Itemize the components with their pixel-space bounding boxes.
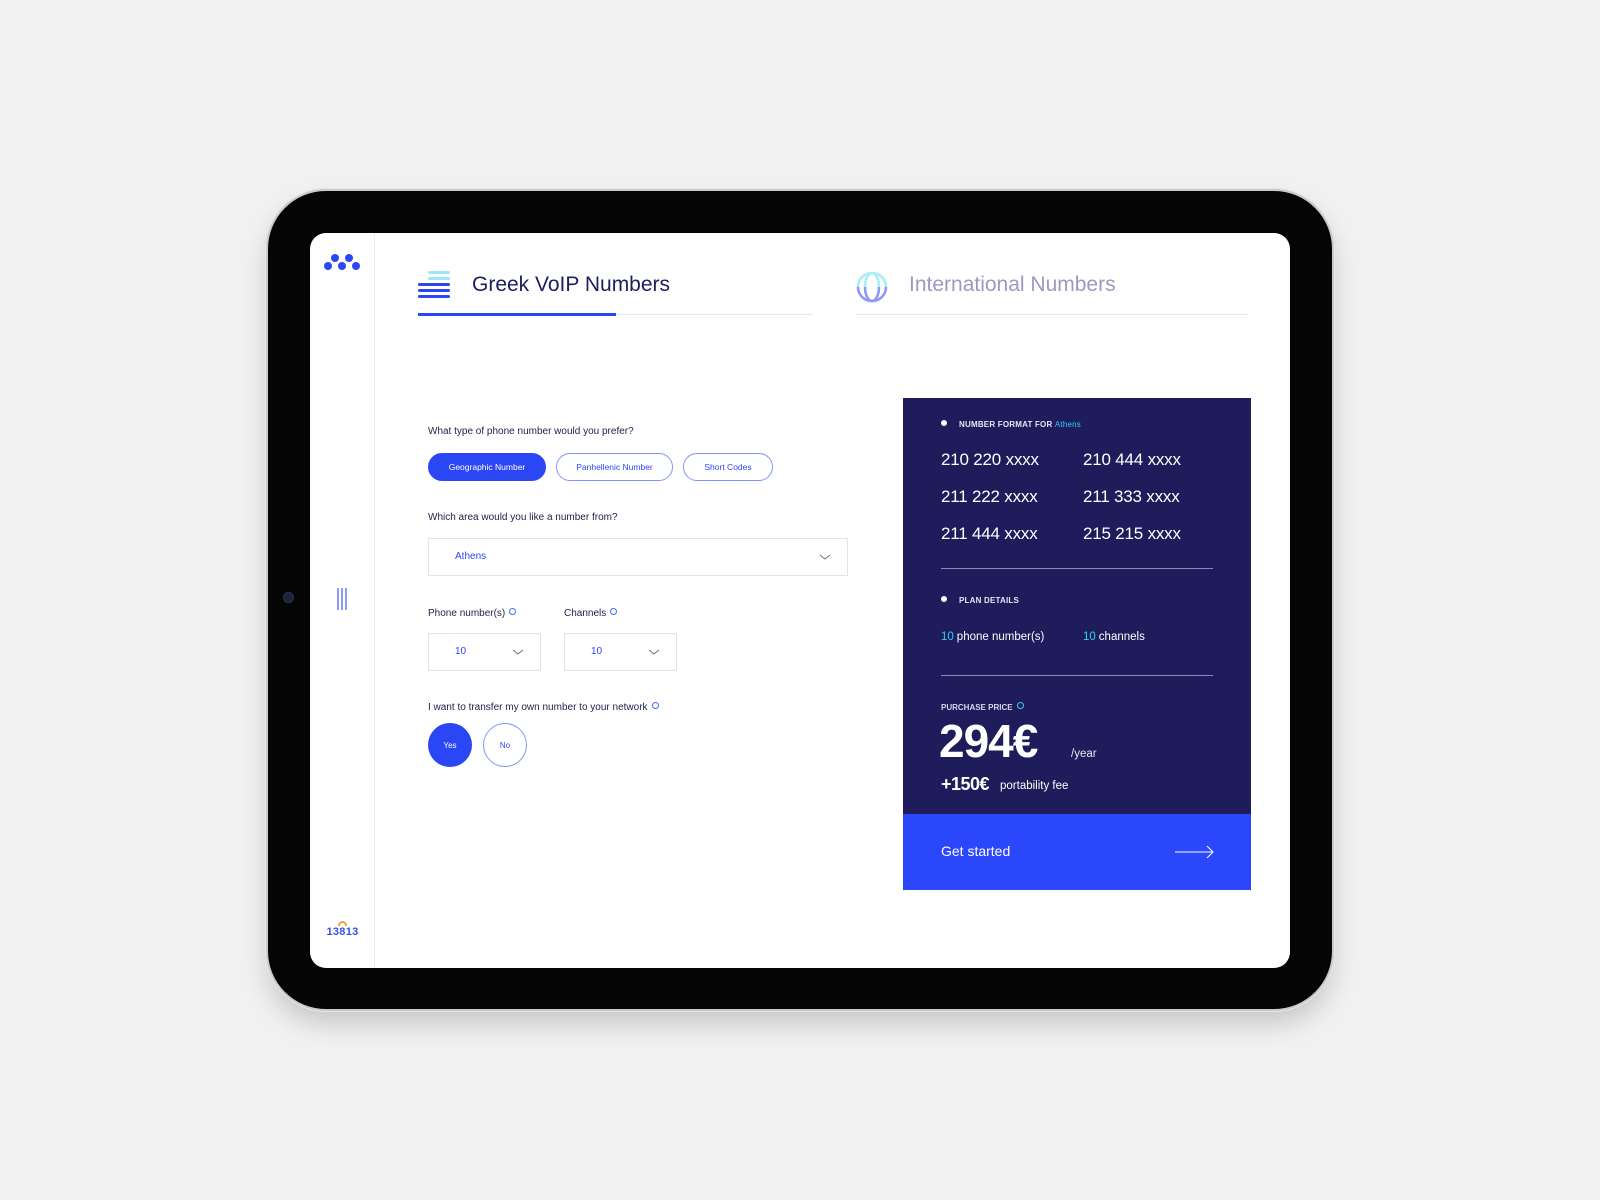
plan-channels: 10 channels [1083, 631, 1145, 643]
channels-select-value: 10 [591, 646, 603, 657]
purchase-price-label-text: PURCHASE PRICE [941, 703, 1013, 712]
number-format-item: 215 215 xxxx [1083, 524, 1181, 543]
portability-amount: +150€ [941, 774, 990, 794]
plan-details-title-text: PLAN DETAILS [959, 596, 1020, 605]
phone-numbers-select-value: 10 [455, 646, 467, 657]
area-select[interactable]: Athens [428, 538, 848, 576]
number-format-area: Athens [1054, 420, 1082, 429]
transfer-question: I want to transfer my own number to your… [428, 702, 659, 713]
plan-phone-label: phone number(s) [956, 631, 1045, 643]
card-divider [941, 568, 1213, 569]
phone-numbers-label-text: Phone number(s) [428, 608, 506, 619]
active-tab-indicator [418, 313, 616, 316]
number-format-item: 210 444 xxxx [1083, 450, 1181, 469]
info-icon[interactable] [1016, 702, 1024, 709]
number-format-item: 211 222 xxxx [941, 487, 1038, 506]
globe-icon [856, 271, 888, 303]
number-format-title: NUMBER FORMAT FOR Athens [941, 420, 1081, 429]
channels-label-text: Channels [564, 608, 607, 619]
number-format-item: 211 444 xxxx [941, 524, 1038, 543]
sidebar: 13813 [310, 233, 375, 968]
camera-icon [283, 592, 294, 603]
vertical-bars-menu-icon[interactable] [337, 588, 349, 610]
plan-channel-count: 10 [1083, 631, 1096, 643]
transfer-question-text: I want to transfer my own number to your… [428, 702, 648, 713]
arrow-right-icon [1175, 845, 1214, 859]
tab-international-numbers[interactable]: International Numbers [855, 263, 1249, 315]
area-select-value: Athens [455, 551, 487, 562]
chevron-down-icon [648, 649, 660, 655]
get-started-label: Get started [941, 843, 1011, 859]
phone-numbers-label: Phone number(s) [428, 608, 517, 619]
chevron-down-icon [512, 649, 524, 655]
price-period: /year [1071, 748, 1097, 760]
plan-phone-numbers: 10 phone number(s) [941, 631, 1044, 643]
transfer-yes-button[interactable]: Yes [428, 723, 472, 767]
tab-label: Greek VoIP Numbers [472, 273, 671, 296]
get-started-button[interactable]: Get started [903, 814, 1251, 890]
bullet-icon [941, 596, 947, 602]
dots-logo-icon[interactable] [324, 253, 362, 273]
tab-greek-voip-numbers[interactable]: Greek VoIP Numbers [418, 263, 812, 316]
bullet-icon [941, 420, 947, 426]
card-divider [941, 675, 1213, 676]
plan-summary-card: NUMBER FORMAT FOR Athens 210 220 xxxx 21… [903, 398, 1251, 814]
purchase-price-label: PURCHASE PRICE [941, 702, 1024, 712]
tab-underline [855, 314, 1249, 315]
plan-channel-label: channels [1098, 631, 1145, 643]
info-icon[interactable] [610, 608, 618, 615]
price-value: 294€ [939, 715, 1038, 767]
plan-phone-count: 10 [941, 631, 954, 643]
phone-numbers-select[interactable]: 10 [428, 633, 541, 671]
app-screen: 13813 Greek VoIP Numbers International N… [310, 233, 1290, 968]
stacked-lines-icon [418, 271, 452, 299]
short-codes-button[interactable]: Short Codes [683, 453, 773, 481]
number-format-title-text: NUMBER FORMAT FOR [959, 420, 1053, 429]
info-icon[interactable] [509, 608, 517, 615]
chevron-down-icon [819, 554, 831, 560]
channels-select[interactable]: 10 [564, 633, 677, 671]
tab-label: International Numbers [909, 273, 1116, 296]
brand-number: 13813 [326, 926, 359, 938]
portability-label: portability fee [1000, 780, 1069, 792]
plan-details-title: PLAN DETAILS [941, 596, 1019, 605]
number-format-item: 211 333 xxxx [1083, 487, 1180, 506]
geographic-number-button[interactable]: Geographic Number [428, 453, 546, 481]
area-question: Which area would you like a number from? [428, 512, 618, 523]
number-format-item: 210 220 xxxx [941, 450, 1039, 469]
transfer-no-button[interactable]: No [483, 723, 527, 767]
number-type-question: What type of phone number would you pref… [428, 426, 634, 437]
panhellenic-number-button[interactable]: Panhellenic Number [556, 453, 673, 481]
info-icon[interactable] [651, 702, 659, 709]
channels-label: Channels [564, 608, 618, 619]
